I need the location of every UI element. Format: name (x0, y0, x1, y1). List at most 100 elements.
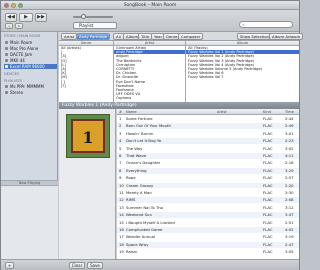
sidebar-item-playlist[interactable]: Ms PPA: MMMMM (4, 84, 57, 89)
track-name: Some Fortune (126, 116, 153, 121)
track-kind: FLAC (263, 123, 273, 129)
track-number: 15 (119, 219, 124, 225)
computer-icon (5, 47, 8, 50)
track-name: That Wave (126, 153, 147, 158)
track-kind: FLAC (263, 175, 273, 181)
track-row[interactable]: 2 Born Out Of Your Mouth FLAC 2:49 (117, 123, 299, 130)
track-number: 5 (119, 145, 122, 151)
sidebar-item-source-selected[interactable]: Excel RAM 96000 (4, 64, 57, 69)
repeat-button[interactable]: ↻ (15, 23, 23, 29)
album-browser[interactable]: Album All (Tracks) Fuzzy Warbles Vol 1 (… (186, 41, 299, 102)
clear-button[interactable]: Clear (69, 262, 85, 269)
track-list[interactable]: # Name Artist Kind Time 1 Some Fortune FLA… (117, 109, 299, 259)
track-row[interactable]: 10 Cream Groovy FLAC 2:20 (117, 182, 299, 189)
filter-composer-button[interactable]: Composer (178, 33, 204, 40)
track-name: Space Wray (126, 241, 149, 247)
track-time: 2:20 (285, 182, 294, 188)
track-time: 2:08 (285, 197, 294, 203)
track-kind: FLAC (263, 130, 273, 136)
track-row[interactable]: 16 Complicated Game FLAC 4:02 (117, 227, 299, 233)
track-row[interactable]: 17 Wonder Annual FLAC 3:19 (117, 234, 299, 240)
play-button[interactable]: ▶ (19, 13, 33, 22)
track-name: Merely A Man (126, 190, 152, 195)
track-row[interactable]: 7 Ocean's Daughter FLAC 2:18 (117, 160, 299, 166)
track-time: 2:57 (285, 175, 294, 181)
column-header-artist[interactable]: Artist (217, 109, 227, 115)
genre-browser[interactable]: Genre All (Artists) [ [3] [G] [L] [A] [K… (59, 41, 114, 102)
track-name: Ocean's Daughter (126, 160, 161, 166)
track-number: 9 (119, 175, 122, 181)
sidebar-item-source[interactable]: Mac Pro Alone (4, 46, 57, 51)
save-button[interactable]: Save (87, 262, 103, 269)
album-cover[interactable]: 1 (66, 114, 110, 158)
next-icon: ▶▶ (37, 14, 45, 20)
track-time: 3:47 (285, 212, 294, 218)
track-row[interactable]: 11 Merely A Man FLAC 3:30 (117, 190, 299, 196)
volume-slider[interactable] (73, 14, 113, 19)
album-artwork-button[interactable]: Album Artwork (269, 33, 304, 40)
track-kind: FLAC (263, 197, 273, 203)
add-playlist-button[interactable]: + (5, 262, 14, 269)
track-row[interactable]: 4 Don't Let It Bug Ya FLAC 2:23 (117, 138, 299, 145)
playlist-select[interactable]: Playlist (73, 22, 117, 29)
track-time: 3:01 (285, 130, 294, 136)
device-icon (5, 53, 8, 56)
track-row[interactable]: 5 The Way FLAC 3:02 (117, 146, 299, 152)
track-row[interactable]: 6 That Wave FLAC 4:11 (117, 153, 299, 159)
filter-artist-button[interactable]: Artist (61, 33, 78, 40)
next-button[interactable]: ▶▶ (35, 13, 47, 22)
track-row[interactable]: 8 Everything FLAC 3:29 (117, 167, 299, 174)
search-input[interactable]: ⌕ (239, 21, 293, 28)
track-kind: FLAC (263, 145, 273, 151)
volume-knob[interactable] (81, 14, 86, 19)
artwork-panel (1, 186, 58, 259)
track-time: 4:11 (285, 153, 294, 158)
artist-item[interactable]: Orphans (114, 96, 185, 100)
devices-header: DEVICES (4, 72, 20, 76)
track-row[interactable]: 9 Rope FLAC 2:57 (117, 175, 299, 181)
album-item[interactable]: Fuzzy Warbles Vol 7 (186, 75, 299, 79)
track-row[interactable]: 19 Raisin FLAC 3:05 (117, 249, 299, 255)
track-time: 3:12 (285, 204, 294, 210)
track-row[interactable]: 1 Some Fortune FLAC 2:44 (117, 116, 299, 122)
column-header-name[interactable]: Name (126, 109, 137, 115)
show-selection-button[interactable]: Show Selection (237, 33, 272, 40)
track-name: Don't Let It Bug Ya (126, 138, 162, 144)
album-cover-number: 1 (82, 128, 94, 147)
track-kind: FLAC (263, 234, 273, 240)
album-cover-area: 1 (59, 109, 116, 259)
track-row[interactable]: 15 I Bought Myself A Liarbird FLAC 2:51 (117, 220, 299, 226)
track-kind: FLAC (263, 219, 273, 225)
artist-browser[interactable]: Artist (Unknown Artist) Andy Partridge a… (114, 41, 186, 102)
column-header-number[interactable]: # (119, 109, 122, 115)
filter-bar: Artist Andy Partridge All Album Title Ye… (59, 32, 304, 41)
album-cover-emblem: 1 (71, 119, 105, 153)
column-header-time[interactable]: Time (285, 109, 294, 115)
sidebar-item-source[interactable]: DACTE Jam (4, 52, 57, 57)
filter-andy-partridge-button[interactable]: Andy Partridge (76, 33, 111, 40)
track-row[interactable]: 13 Summer Nai To Tho FLAC 3:12 (117, 205, 299, 211)
shuffle-button[interactable]: ⤮ (5, 23, 13, 29)
track-time: 4:02 (285, 227, 294, 232)
track-row[interactable]: 14 Weekend Sun FLAC 3:47 (117, 212, 299, 219)
sidebar-item-playlist[interactable]: Stereo (4, 90, 57, 95)
track-kind: FLAC (263, 153, 273, 158)
track-row[interactable]: 12 RIMS FLAC 2:08 (117, 197, 299, 204)
track-kind: FLAC (263, 138, 273, 144)
track-kind: FLAC (263, 212, 273, 218)
shuffle-icon: ⤮ (7, 24, 11, 28)
genre-item[interactable]: [?] (59, 84, 113, 88)
playlist-icon (5, 91, 8, 94)
track-time: 2:51 (285, 219, 294, 225)
track-kind: FLAC (263, 249, 273, 255)
now-playing-bar: Fuzzy Warbles 1 (Andy Partridge) (59, 102, 299, 109)
sidebar-item-source[interactable]: Main Room (4, 40, 57, 45)
playlist-icon (5, 85, 8, 88)
track-row[interactable]: 18 Space Wray FLAC 2:47 (117, 241, 299, 248)
column-header-kind[interactable]: Kind (263, 109, 271, 115)
previous-button[interactable]: ◀◀ (5, 13, 17, 22)
track-row[interactable]: 3 Howlin' Burnin FLAC 3:01 (117, 131, 299, 137)
track-time: 2:47 (285, 241, 294, 247)
sidebar-item-source[interactable]: MKII 44 (4, 58, 57, 63)
track-number: 7 (119, 160, 122, 166)
